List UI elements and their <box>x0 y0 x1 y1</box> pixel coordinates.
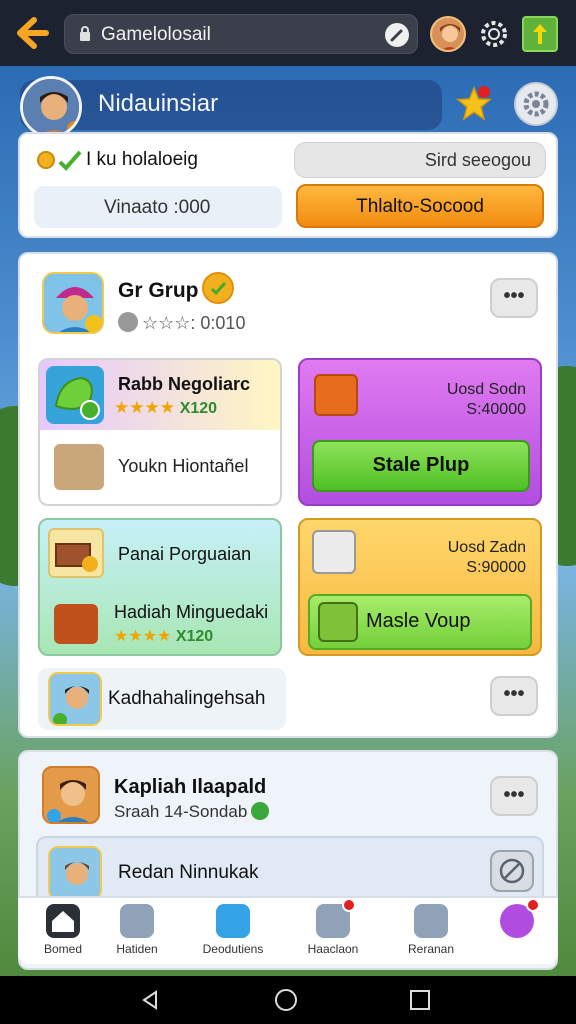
nav-item-deodutiens[interactable]: Deodutiens <box>188 902 278 962</box>
gift-icon <box>54 604 98 644</box>
coins-icon <box>37 150 82 171</box>
ticket-icon <box>500 898 540 938</box>
card-title: Panai Porguaian <box>118 544 252 564</box>
card-score: X120 <box>179 400 218 417</box>
card-subtitle: Youkn Hiontañel <box>118 456 249 476</box>
check-badge-icon <box>202 272 234 304</box>
online-icon <box>251 802 270 820</box>
group-title: Gr Grup <box>118 279 199 302</box>
gear-icon <box>523 91 549 117</box>
bottom-nav: Bomed Hatiden Deodutiens Haaclaon Rerana… <box>18 896 558 964</box>
card-rating: ★★★★ X120 <box>114 398 217 418</box>
reward-amount: S:90000 <box>466 559 526 576</box>
nav-label: Deodutiens <box>202 942 264 956</box>
panel-title: I ku holaloeig <box>86 149 198 170</box>
box-icon <box>120 904 154 938</box>
stale-plup-button[interactable]: Stale Plup <box>312 440 530 492</box>
card-stars: ★★★★ <box>114 628 172 645</box>
member-name: Redan Ninnukak <box>118 862 259 883</box>
dragon-icon <box>46 366 104 424</box>
card-title: Rabb Negoliarc <box>118 374 251 394</box>
system-nav-bar <box>0 976 576 1024</box>
star-icon[interactable] <box>454 84 494 124</box>
card-stars: ★★★★ <box>114 398 175 417</box>
bag-icon <box>414 904 448 938</box>
browser-toolbar: Gamelolosail <box>0 0 576 66</box>
action-button[interactable]: Thlalto-Socood <box>296 184 544 228</box>
more-button[interactable]: ••• <box>490 676 538 716</box>
trash-icon <box>312 530 356 574</box>
edit-icon[interactable] <box>385 23 409 47</box>
nav-item-reranan[interactable]: Reranan <box>386 902 476 962</box>
crate-icon <box>54 444 104 490</box>
reward-label-line: Uosd Zadn <box>447 539 526 556</box>
masle-voup-button[interactable]: Masle Voup <box>308 594 532 650</box>
member-row[interactable]: Kadhahalingehsah <box>38 668 286 730</box>
notification-dot <box>526 898 540 912</box>
nav-item-haaclaon[interactable]: Haaclaon <box>288 898 378 962</box>
quest-panel: I ku holaloeig Sird seeogou Vinaato :000… <box>18 132 558 238</box>
more-button[interactable]: ••• <box>490 776 538 816</box>
quest-card[interactable]: Rabb Negoliarc ★★★★ X120 Youkn Hiontañel <box>38 358 282 506</box>
chest-icon <box>48 528 104 578</box>
reward-amount: S:40000 <box>466 401 526 418</box>
profile-bar <box>20 80 442 130</box>
member-avatar <box>48 672 102 726</box>
back-arrow-icon[interactable] <box>12 14 52 52</box>
send-field[interactable]: Sird seeogou <box>294 142 546 178</box>
nav-item-ticket[interactable] <box>472 898 562 962</box>
cube-icon <box>216 904 250 938</box>
nav-item-hatiden[interactable]: Hatiden <box>92 902 182 962</box>
nav-label: Hatiden <box>116 942 158 956</box>
info-box: Vinaato :000 <box>34 186 282 228</box>
reward-card: Uosd Zadn S:90000 Masle Voup <box>298 518 542 656</box>
reward-label: Uosd Sodn S:40000 <box>447 380 526 420</box>
card-score: X120 <box>175 628 214 645</box>
card-rating: ★★★★ X120 <box>114 626 213 646</box>
gear-icon[interactable] <box>478 18 510 50</box>
reward-card: Uosd Sodn S:40000 Stale Plup <box>298 358 542 506</box>
gift-icon <box>318 602 358 642</box>
lock-icon <box>80 26 90 41</box>
group-panel: Gr Grup ☆☆☆: 0:010 ••• Rabb Negoliarc ★★… <box>18 252 558 738</box>
recents-icon[interactable] <box>408 988 432 1012</box>
group-title: Kapliah Ilaapald <box>114 776 267 798</box>
group-subtitle: Sraah 14-Sondab <box>114 802 270 822</box>
player-name: Nidauinsiar <box>98 90 219 117</box>
member-avatar <box>48 846 102 900</box>
player-avatar[interactable] <box>20 76 82 138</box>
member-name: Kadhahalingehsah <box>108 688 266 709</box>
gift-icon <box>314 374 358 416</box>
button-label: Masle Voup <box>366 610 471 632</box>
notification-dot <box>342 898 356 912</box>
send-label: Sird seeogou <box>424 150 531 170</box>
ball-icon <box>118 312 138 332</box>
reward-label: Uosd Zadn S:90000 <box>448 538 526 578</box>
upload-icon[interactable] <box>522 16 558 52</box>
quest-card[interactable]: Panai Porguaian Hadiah Minguedaki ★★★★ X… <box>38 518 282 656</box>
card-subtitle: Hadiah Minguedaki <box>114 602 269 622</box>
no-entry-icon[interactable] <box>490 850 534 892</box>
user-avatar[interactable] <box>430 16 466 52</box>
url-bar[interactable]: Gamelolosail <box>64 14 418 54</box>
back-icon[interactable] <box>138 988 162 1012</box>
reward-label-line: Uosd Sodn <box>446 381 526 398</box>
group-rating-text: ☆☆☆: 0:010 <box>142 313 246 333</box>
home-icon <box>46 904 80 938</box>
more-button[interactable]: ••• <box>490 278 538 318</box>
url-text: Gamelolosail <box>101 24 211 45</box>
info-text: Vinaato :000 <box>104 197 211 218</box>
group-avatar[interactable] <box>42 272 104 334</box>
settings-button[interactable] <box>514 82 558 126</box>
photo-icon <box>316 898 356 938</box>
home-button-icon[interactable] <box>274 988 298 1012</box>
nav-label: Haaclaon <box>307 942 359 956</box>
group-rating: ☆☆☆: 0:010 <box>118 312 245 334</box>
group-avatar[interactable] <box>42 766 100 824</box>
action-button-label: Thlalto-Socood <box>356 196 484 217</box>
nav-label: Reranan <box>407 942 455 956</box>
group-subtitle-text: Sraah 14-Sondab <box>114 802 248 821</box>
